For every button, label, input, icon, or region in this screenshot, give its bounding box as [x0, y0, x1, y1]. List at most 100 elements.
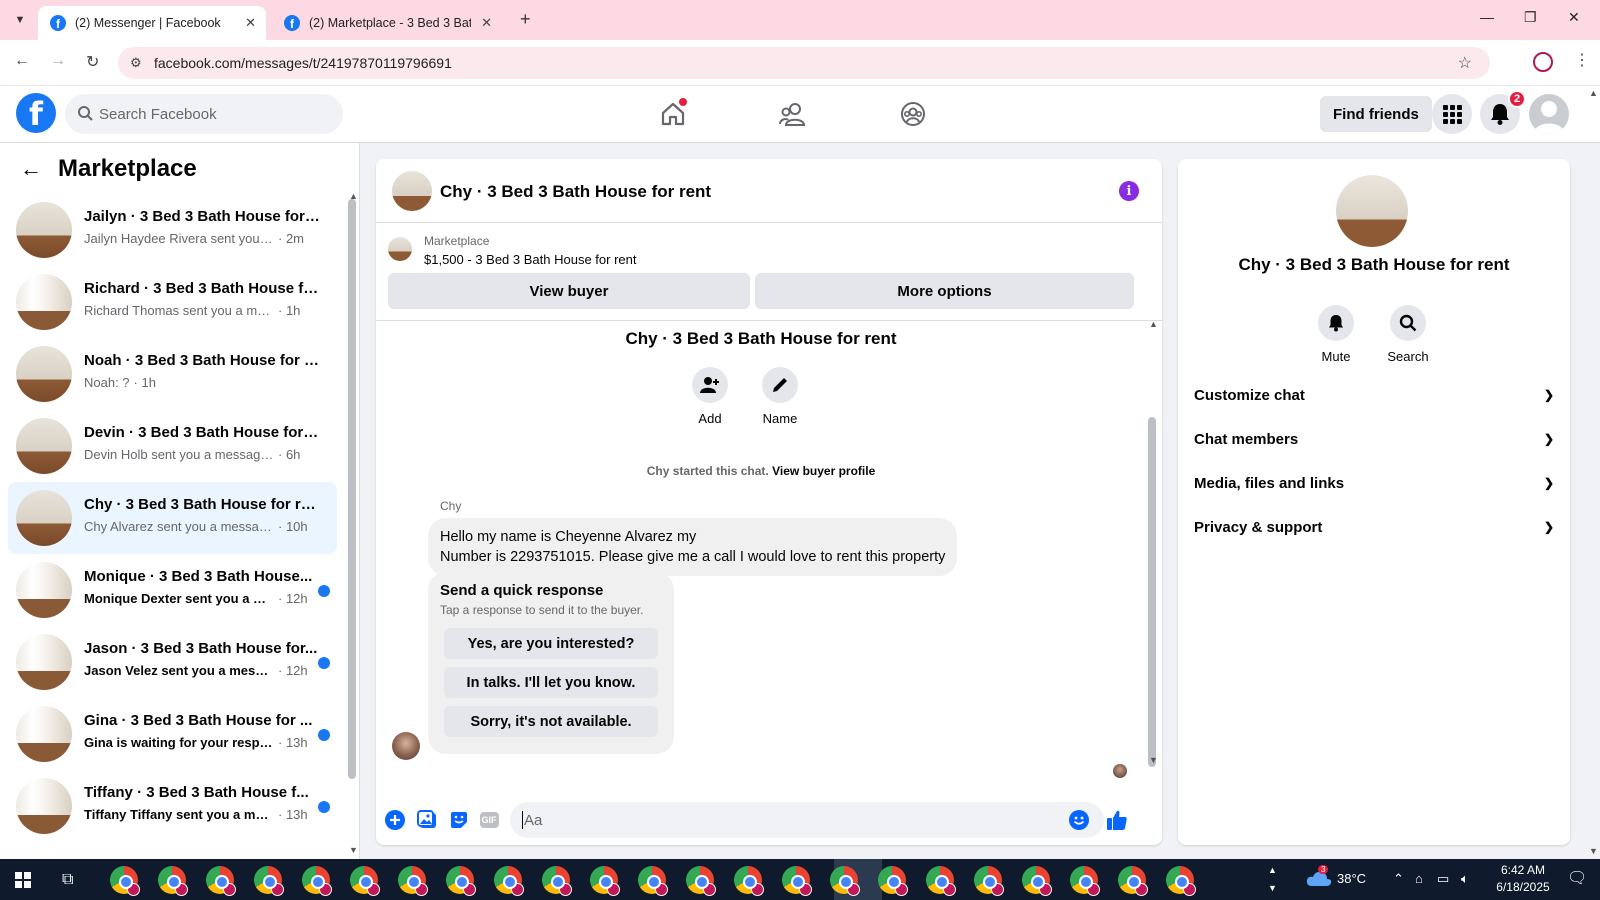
conversation-item[interactable]: Gina · 3 Bed 3 Bath House for ... Gina is…: [8, 698, 337, 770]
menu-grid-icon[interactable]: [1432, 94, 1472, 134]
new-tab-plus-icon[interactable]: +: [520, 9, 531, 30]
browser-profile-icon[interactable]: [1533, 52, 1553, 72]
add-people-action[interactable]: Add: [680, 367, 740, 426]
groups-icon[interactable]: [897, 98, 929, 130]
listing-price-title[interactable]: $1,500 - 3 Bed 3 Bath House for rent: [424, 252, 636, 267]
taskbar-browser-app-icon[interactable]: [590, 866, 620, 896]
taskbar-browser-app-icon[interactable]: [350, 866, 380, 896]
gif-icon[interactable]: GIF: [478, 809, 500, 831]
conversation-item[interactable]: Richard · 3 Bed 3 Bath House for... Richa…: [8, 266, 337, 338]
taskbar-browser-app-icon[interactable]: [254, 866, 284, 896]
taskbar-browser-app-icon[interactable]: [1022, 866, 1052, 896]
scroll-up-arrow-icon[interactable]: ▲: [1149, 319, 1158, 329]
back-arrow-icon[interactable]: ←: [20, 156, 42, 182]
chat-avatar[interactable]: [392, 171, 432, 211]
close-window-icon[interactable]: ✕: [1568, 9, 1580, 26]
address-bar[interactable]: ⚙ facebook.com/messages/t/24197870119796…: [118, 47, 1490, 79]
listing-thumbnail[interactable]: [388, 237, 412, 261]
browser-menu-icon[interactable]: ⋮: [1574, 50, 1590, 70]
taskbar-browser-app-icon[interactable]: [638, 866, 668, 896]
minimize-icon[interactable]: —: [1480, 9, 1494, 25]
conversation-list-scrollbar[interactable]: [348, 199, 356, 779]
quick-response-button[interactable]: In talks. I'll let you know.: [444, 667, 658, 698]
taskbar-browser-app-icon[interactable]: [686, 866, 716, 896]
meet-now-icon[interactable]: ⌂: [1415, 871, 1423, 886]
customize-chat-section[interactable]: Customize chat ❯: [1194, 373, 1554, 417]
show-hidden-icons-chevron-icon[interactable]: ⌃: [1393, 871, 1404, 887]
privacy-support-section[interactable]: Privacy & support ❯: [1194, 505, 1554, 549]
taskbar-browser-app-icon[interactable]: [494, 866, 524, 896]
scroll-down-arrow-icon[interactable]: ▼: [1149, 755, 1158, 765]
conversation-item[interactable]: Noah · 3 Bed 3 Bath House for r... Noah: …: [8, 338, 337, 410]
taskbar-browser-app-icon[interactable]: [782, 866, 812, 896]
browser-tab-marketplace[interactable]: f (2) Marketplace - 3 Bed 3 Bath H ✕: [272, 6, 502, 40]
conversation-item[interactable]: Jailyn · 3 Bed 3 Bath House for r... Jail…: [8, 194, 337, 266]
conversation-item[interactable]: Tiffany · 3 Bed 3 Bath House f... Tiffany…: [8, 770, 337, 842]
plus-circle-icon[interactable]: [384, 809, 406, 831]
taskbar-browser-app-icon[interactable]: [446, 866, 476, 896]
taskbar-browser-app-icon[interactable]: [1118, 866, 1148, 896]
volume-icon[interactable]: 🔈︎: [1461, 871, 1469, 887]
network-icon[interactable]: ▭: [1437, 871, 1449, 887]
restore-window-icon[interactable]: ❐: [1524, 9, 1537, 26]
forward-arrow-icon[interactable]: →: [50, 52, 66, 70]
scroll-down-arrow-icon[interactable]: ▼: [349, 845, 358, 855]
message-thread-scrollbar[interactable]: [1148, 417, 1156, 767]
close-tab-icon[interactable]: ✕: [481, 15, 492, 31]
quick-response-button[interactable]: Sorry, it's not available.: [444, 706, 658, 737]
task-view-icon[interactable]: ⧉: [62, 871, 73, 889]
emoji-icon[interactable]: [1068, 809, 1090, 831]
taskbar-browser-app-icon[interactable]: [1166, 866, 1196, 896]
taskbar-browser-app-icon[interactable]: [302, 866, 332, 896]
thumbs-up-icon[interactable]: [1106, 809, 1128, 831]
notifications-bell-icon[interactable]: 2: [1480, 90, 1526, 134]
browser-tab-messenger[interactable]: f (2) Messenger | Facebook ✕: [38, 6, 266, 40]
taskbar-browser-app-icon[interactable]: [206, 866, 236, 896]
find-friends-button[interactable]: Find friends: [1320, 96, 1432, 132]
temperature-text[interactable]: 38°C: [1337, 871, 1366, 886]
taskbar-browser-app-icon[interactable]: [398, 866, 428, 896]
photo-gallery-icon[interactable]: [416, 809, 438, 831]
weather-cloud-icon[interactable]: 3: [1306, 865, 1332, 890]
facebook-logo[interactable]: f: [16, 93, 56, 133]
mute-action[interactable]: Mute: [1306, 305, 1366, 364]
site-info-icon[interactable]: ⚙: [130, 55, 142, 71]
media-files-links-section[interactable]: Media, files and links ❯: [1194, 461, 1554, 505]
search-in-chat-action[interactable]: Search: [1378, 305, 1438, 364]
conversation-item[interactable]: Jason · 3 Bed 3 Bath House for... Jason V…: [8, 626, 337, 698]
home-icon[interactable]: [657, 98, 689, 130]
close-tab-icon[interactable]: ✕: [245, 15, 256, 31]
taskbar-browser-app-icon[interactable]: [158, 866, 188, 896]
page-scroll-up-arrow-icon[interactable]: ▲: [1589, 88, 1598, 98]
taskbar-browser-app-icon[interactable]: [734, 866, 764, 896]
friends-icon[interactable]: [777, 98, 809, 130]
notification-center-icon[interactable]: 🗨︎: [1567, 868, 1587, 888]
taskbar-browser-app-icon[interactable]: [974, 866, 1004, 896]
view-buyer-profile-link[interactable]: View buyer profile: [772, 464, 875, 478]
windows-start-icon[interactable]: [15, 872, 31, 888]
tab-search-chevron-icon[interactable]: ▼: [10, 10, 30, 30]
page-scroll-down-arrow-icon[interactable]: ▼: [1589, 846, 1598, 856]
conversation-item[interactable]: Monique · 3 Bed 3 Bath House... Monique D…: [8, 554, 337, 626]
taskbar-overflow-arrows-icon[interactable]: ▲ ▼: [1268, 861, 1277, 897]
quick-response-button[interactable]: Yes, are you interested?: [444, 628, 658, 659]
chat-title[interactable]: Chy · 3 Bed 3 Bath House for rent: [440, 182, 711, 202]
back-arrow-icon[interactable]: ←: [14, 52, 30, 70]
taskbar-browser-app-icon[interactable]: [542, 866, 572, 896]
conversation-item[interactable]: Chy · 3 Bed 3 Bath House for rent Chy Alv…: [8, 482, 337, 554]
taskbar-browser-app-icon[interactable]: [878, 866, 908, 896]
more-options-button[interactable]: More options: [755, 273, 1134, 309]
reload-icon[interactable]: ↻: [86, 52, 99, 72]
taskbar-clock[interactable]: 6:42 AM 6/18/2025: [1483, 862, 1563, 896]
sticker-icon[interactable]: [448, 809, 470, 831]
conversation-item[interactable]: Devin · 3 Bed 3 Bath House for r... Devin…: [8, 410, 337, 482]
taskbar-browser-app-icon[interactable]: [1070, 866, 1100, 896]
name-chat-action[interactable]: Name: [750, 367, 810, 426]
taskbar-browser-app-icon[interactable]: [926, 866, 956, 896]
account-avatar[interactable]: [1529, 94, 1569, 134]
taskbar-browser-app-icon[interactable]: [110, 866, 140, 896]
bookmark-star-icon[interactable]: ☆: [1458, 53, 1472, 73]
sender-avatar[interactable]: [392, 732, 420, 760]
message-input[interactable]: Aa: [510, 802, 1104, 838]
chat-details-avatar[interactable]: [1336, 175, 1408, 247]
